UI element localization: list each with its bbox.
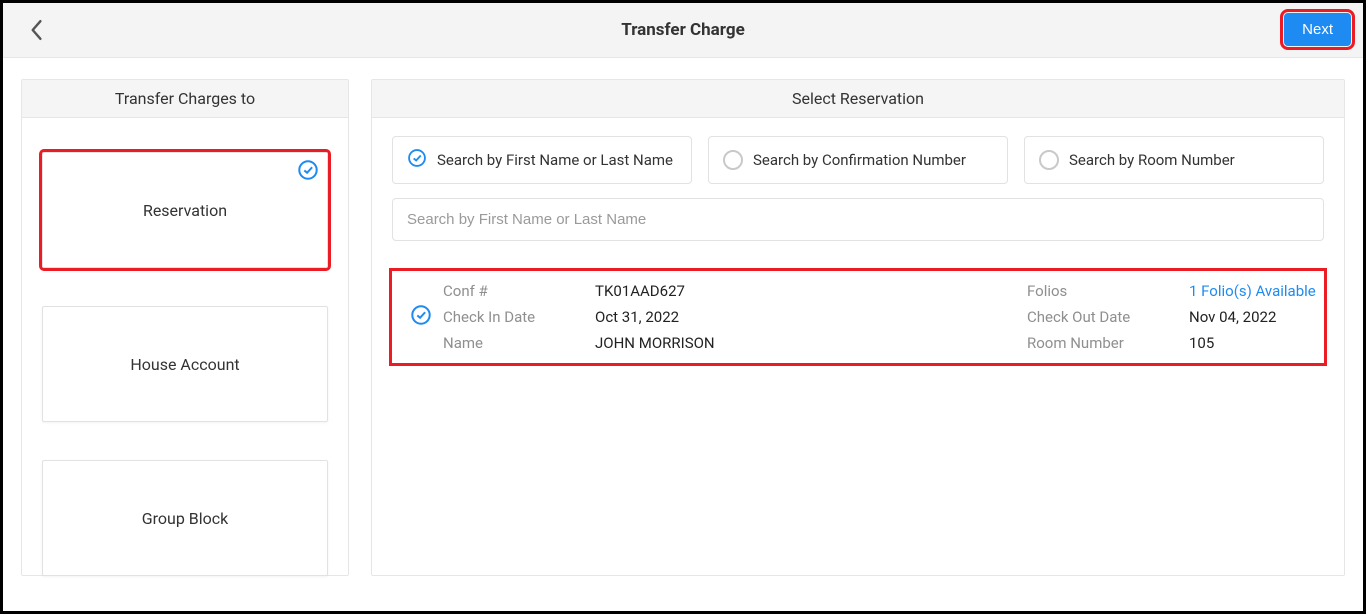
tab-label: Search by Confirmation Number — [753, 151, 966, 169]
app-frame: Transfer Charge Next Transfer Charges to… — [0, 0, 1366, 614]
value-folios[interactable]: 1 Folio(s) Available — [1189, 282, 1317, 300]
tile-reservation[interactable]: Reservation — [42, 152, 328, 268]
tab-search-by-conf[interactable]: Search by Confirmation Number — [708, 136, 1008, 184]
tab-search-by-name[interactable]: Search by First Name or Last Name — [392, 136, 692, 184]
tab-label: Search by First Name or Last Name — [437, 151, 673, 169]
header-bar: Transfer Charge Next — [3, 3, 1363, 58]
label-room: Room Number — [1027, 334, 1177, 352]
label-conf: Conf # — [443, 282, 583, 300]
transfer-to-title: Transfer Charges to — [22, 80, 348, 118]
radio-icon — [723, 150, 743, 170]
tile-label: House Account — [130, 355, 239, 374]
select-reservation-panel: Select Reservation Search by First Name … — [371, 79, 1345, 576]
label-name: Name — [443, 334, 583, 352]
tab-label: Search by Room Number — [1069, 151, 1235, 169]
chevron-left-icon — [29, 19, 43, 41]
back-button[interactable] — [21, 15, 51, 45]
result-check-icon — [399, 282, 443, 326]
transfer-to-body: Reservation House Account Group Block — [22, 118, 348, 596]
search-input[interactable] — [392, 198, 1324, 241]
value-name: JOHN MORRISON — [595, 334, 1015, 352]
page-title: Transfer Charge — [3, 20, 1363, 40]
value-conf: TK01AAD627 — [595, 282, 1015, 300]
tile-group-block[interactable]: Group Block — [42, 460, 328, 576]
radio-icon — [1039, 150, 1059, 170]
label-folios: Folios — [1027, 282, 1177, 300]
label-checkin: Check In Date — [443, 308, 583, 326]
check-circle-icon — [407, 148, 427, 172]
value-checkin: Oct 31, 2022 — [595, 308, 1015, 326]
body: Transfer Charges to Reservation House Ac… — [3, 61, 1363, 611]
transfer-to-panel: Transfer Charges to Reservation House Ac… — [21, 79, 349, 576]
search-tabs: Search by First Name or Last Name Search… — [392, 136, 1324, 184]
value-checkout: Nov 04, 2022 — [1189, 308, 1317, 326]
select-reservation-title: Select Reservation — [372, 80, 1344, 118]
tile-label: Reservation — [143, 201, 227, 220]
tile-house-account[interactable]: House Account — [42, 306, 328, 422]
check-circle-icon — [297, 159, 319, 185]
reservation-result[interactable]: Conf # TK01AAD627 Folios 1 Folio(s) Avai… — [392, 271, 1324, 363]
value-room: 105 — [1189, 334, 1317, 352]
select-reservation-body: Search by First Name or Last Name Search… — [372, 118, 1344, 381]
next-button[interactable]: Next — [1284, 13, 1351, 46]
label-checkout: Check Out Date — [1027, 308, 1177, 326]
tab-search-by-room[interactable]: Search by Room Number — [1024, 136, 1324, 184]
tile-label: Group Block — [142, 509, 229, 528]
result-body: Conf # TK01AAD627 Folios 1 Folio(s) Avai… — [443, 282, 1317, 352]
